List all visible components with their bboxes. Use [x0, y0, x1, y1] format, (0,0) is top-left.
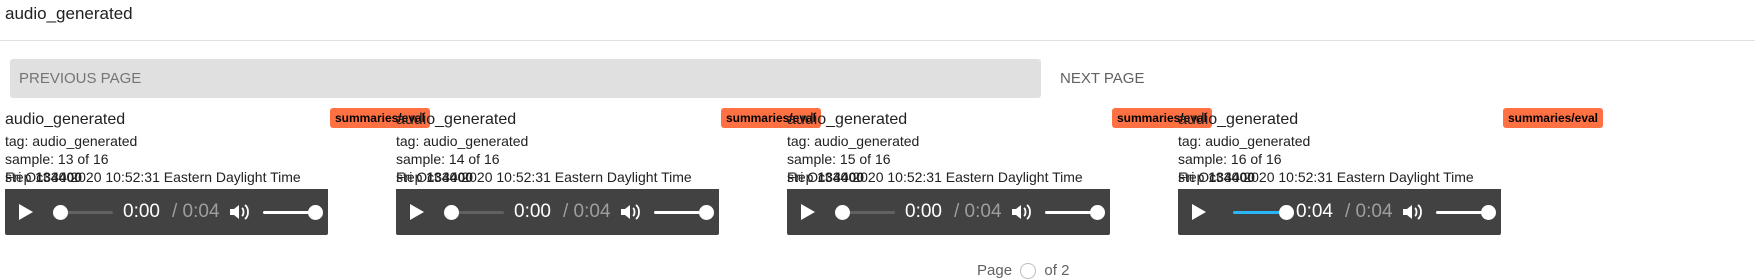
card-title: audio_generated: [5, 111, 126, 128]
card-title: audio_generated: [1178, 111, 1299, 128]
audio-card: audio_generated summaries/eval tag: audi…: [787, 108, 1212, 238]
play-icon[interactable]: [19, 204, 33, 220]
card-sample: sample: 15 of 16: [787, 151, 891, 167]
audio-player: 0:00 / 0:04: [787, 189, 1110, 235]
card-tag: tag: audio_generated: [5, 133, 138, 149]
next-page-button[interactable]: NEXT PAGE: [1060, 59, 1144, 98]
divider: [0, 40, 1755, 41]
volume-icon[interactable]: [229, 203, 251, 221]
play-icon[interactable]: [801, 204, 815, 220]
current-time: 0:04: [1296, 201, 1333, 222]
card-title: audio_generated: [396, 111, 517, 128]
play-icon[interactable]: [410, 204, 424, 220]
play-icon[interactable]: [1192, 204, 1206, 220]
progress-slider[interactable]: [1233, 205, 1294, 220]
card-title: audio_generated: [787, 111, 908, 128]
progress-slider[interactable]: [835, 205, 895, 220]
card-tag: tag: audio_generated: [787, 133, 920, 149]
audio-player: 0:00 / 0:04: [5, 189, 328, 235]
current-time: 0:00: [123, 201, 160, 222]
card-sample: sample: 13 of 16: [5, 151, 109, 167]
page-total: of 2: [1044, 262, 1070, 279]
volume-thumb[interactable]: [1481, 205, 1496, 220]
volume-slider[interactable]: [1436, 205, 1496, 220]
audio-card: audio_generated summaries/eval tag: audi…: [396, 108, 821, 238]
audio-player: 0:00 / 0:04: [396, 189, 719, 235]
progress-thumb[interactable]: [53, 205, 68, 220]
card-timestamp: Fri Oct 30 2020 10:52:31 Eastern Dayligh…: [396, 169, 692, 185]
card-timestamp: Fri Oct 30 2020 10:52:31 Eastern Dayligh…: [5, 169, 301, 185]
audio-card: audio_generated summaries/eval tag: audi…: [5, 108, 430, 238]
card-sample: sample: 14 of 16: [396, 151, 500, 167]
duration: / 0:04: [563, 201, 611, 222]
section-title: audio_generated: [5, 4, 133, 23]
volume-icon[interactable]: [1402, 203, 1424, 221]
progress-slider[interactable]: [444, 205, 504, 220]
duration: / 0:04: [1345, 201, 1393, 222]
card-tag: tag: audio_generated: [396, 133, 529, 149]
card-timestamp: Fri Oct 30 2020 10:52:31 Eastern Dayligh…: [1178, 169, 1474, 185]
current-time: 0:00: [514, 201, 551, 222]
duration: / 0:04: [172, 201, 220, 222]
previous-page-button[interactable]: PREVIOUS PAGE: [10, 59, 1041, 98]
card-timestamp: Fri Oct 30 2020 10:52:31 Eastern Dayligh…: [787, 169, 1083, 185]
current-time: 0:00: [905, 201, 942, 222]
volume-thumb[interactable]: [308, 205, 323, 220]
card-tag: tag: audio_generated: [1178, 133, 1311, 149]
audio-player: 0:04 / 0:04: [1178, 189, 1501, 235]
volume-icon[interactable]: [620, 203, 642, 221]
progress-thumb[interactable]: [835, 205, 850, 220]
progress-thumb[interactable]: [1279, 205, 1294, 220]
page-number-input[interactable]: [1020, 263, 1037, 279]
volume-slider[interactable]: [263, 205, 323, 220]
volume-slider[interactable]: [1045, 205, 1105, 220]
volume-thumb[interactable]: [1090, 205, 1105, 220]
progress-thumb[interactable]: [444, 205, 459, 220]
duration: / 0:04: [954, 201, 1002, 222]
page-label: Page: [977, 262, 1013, 279]
page-indicator: Page of 2: [977, 262, 1069, 279]
run-badge: summaries/eval: [1502, 108, 1603, 128]
progress-slider[interactable]: [53, 205, 113, 220]
audio-card: audio_generated summaries/eval tag: audi…: [1178, 108, 1603, 238]
volume-thumb[interactable]: [699, 205, 714, 220]
card-sample: sample: 16 of 16: [1178, 151, 1282, 167]
volume-slider[interactable]: [654, 205, 714, 220]
volume-icon[interactable]: [1011, 203, 1033, 221]
